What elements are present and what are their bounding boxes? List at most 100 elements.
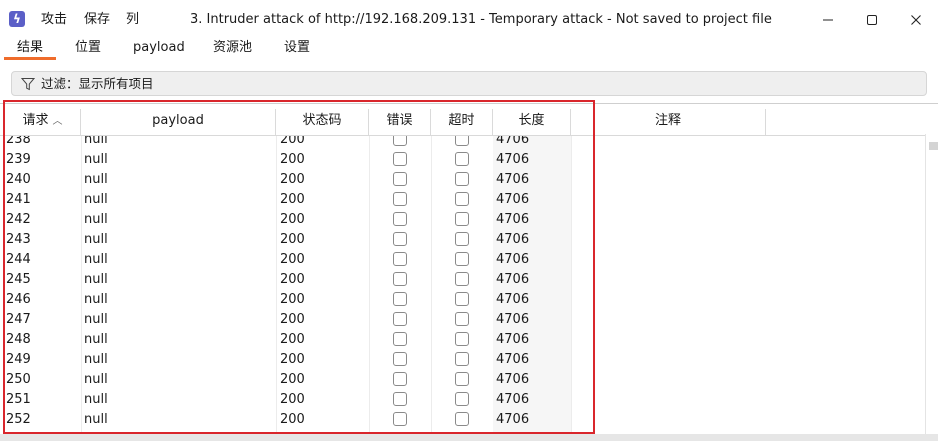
timeout-checkbox[interactable] (455, 192, 469, 206)
maximize-icon (867, 15, 877, 25)
column-header-status[interactable]: 状态码 (276, 109, 369, 135)
timeout-checkbox[interactable] (455, 172, 469, 186)
table-row[interactable]: 252 null 200 4706 (0, 410, 926, 430)
title-bar: ϟ 攻击 保存 列 3. Intruder attack of http://1… (0, 0, 938, 40)
timeout-checkbox[interactable] (455, 292, 469, 306)
column-header-comment[interactable]: 注释 (571, 109, 766, 135)
cell-request: 245 (6, 272, 31, 287)
error-checkbox[interactable] (393, 352, 407, 366)
cell-status: 200 (280, 312, 305, 327)
error-checkbox[interactable] (393, 372, 407, 386)
cell-length: 4706 (496, 232, 530, 247)
cell-payload: null (84, 152, 108, 167)
table-row[interactable]: 244 null 200 4706 (0, 250, 926, 270)
table-row[interactable]: 245 null 200 4706 (0, 270, 926, 290)
timeout-checkbox[interactable] (455, 212, 469, 226)
table-row[interactable]: 238 null 200 4706 (0, 136, 926, 150)
timeout-checkbox[interactable] (455, 392, 469, 406)
filter-bar[interactable]: 过滤：显示所有项目 (11, 71, 927, 96)
error-checkbox[interactable] (393, 136, 407, 146)
error-checkbox[interactable] (393, 152, 407, 166)
cell-status: 200 (280, 292, 305, 307)
tab-results[interactable]: 结果 (17, 39, 43, 57)
menu-save[interactable]: 保存 (84, 11, 110, 29)
table-row[interactable]: 241 null 200 4706 (0, 190, 926, 210)
timeout-checkbox[interactable] (455, 312, 469, 326)
cell-request: 249 (6, 352, 31, 367)
timeout-checkbox[interactable] (455, 332, 469, 346)
column-header-timeout[interactable]: 超时 (431, 109, 493, 135)
table-row[interactable]: 246 null 200 4706 (0, 290, 926, 310)
cell-request: 241 (6, 192, 31, 207)
error-checkbox[interactable] (393, 392, 407, 406)
column-header-payload[interactable]: payload (81, 109, 276, 135)
cell-status: 200 (280, 192, 305, 207)
scrollbar-thumb[interactable] (929, 142, 938, 150)
table-row[interactable]: 249 null 200 4706 (0, 350, 926, 370)
cell-payload: null (84, 252, 108, 267)
cell-request: 246 (6, 292, 31, 307)
table-row[interactable]: 247 null 200 4706 (0, 310, 926, 330)
timeout-checkbox[interactable] (455, 352, 469, 366)
table-row[interactable]: 242 null 200 4706 (0, 210, 926, 230)
tab-resource-pool[interactable]: 资源池 (213, 39, 252, 57)
table-row[interactable]: 243 null 200 4706 (0, 230, 926, 250)
table-row[interactable]: 251 null 200 4706 (0, 390, 926, 410)
menu-attack[interactable]: 攻击 (41, 11, 67, 29)
timeout-checkbox[interactable] (455, 152, 469, 166)
cell-length: 4706 (496, 152, 530, 167)
cell-request: 250 (6, 372, 31, 387)
cell-length: 4706 (496, 212, 530, 227)
tab-payload[interactable]: payload (133, 39, 185, 57)
column-header-request[interactable]: 请求 ︿ (5, 109, 81, 135)
cell-request: 242 (6, 212, 31, 227)
cell-request: 239 (6, 152, 31, 167)
cell-status: 200 (280, 392, 305, 407)
cell-length: 4706 (496, 292, 530, 307)
cell-request: 252 (6, 412, 31, 427)
cell-status: 200 (280, 332, 305, 347)
error-checkbox[interactable] (393, 252, 407, 266)
error-checkbox[interactable] (393, 192, 407, 206)
error-checkbox[interactable] (393, 272, 407, 286)
error-checkbox[interactable] (393, 232, 407, 246)
minimize-button[interactable] (813, 8, 843, 32)
active-tab-indicator (4, 57, 56, 60)
table-body: 238 null 200 4706 239 null 200 4706 240 null 200 47… (0, 136, 926, 436)
cell-status: 200 (280, 212, 305, 227)
table-row[interactable]: 239 null 200 4706 (0, 150, 926, 170)
tab-settings[interactable]: 设置 (284, 39, 310, 57)
cell-payload: null (84, 272, 108, 287)
maximize-button[interactable] (857, 8, 887, 32)
error-checkbox[interactable] (393, 332, 407, 346)
close-button[interactable] (901, 8, 931, 32)
cell-status: 200 (280, 272, 305, 287)
error-checkbox[interactable] (393, 412, 407, 426)
table-row[interactable]: 240 null 200 4706 (0, 170, 926, 190)
timeout-checkbox[interactable] (455, 232, 469, 246)
timeout-checkbox[interactable] (455, 136, 469, 146)
menu-columns[interactable]: 列 (126, 11, 139, 29)
column-header-error[interactable]: 错误 (369, 109, 431, 135)
cell-request: 251 (6, 392, 31, 407)
cell-status: 200 (280, 372, 305, 387)
timeout-checkbox[interactable] (455, 252, 469, 266)
table-row[interactable]: 250 null 200 4706 (0, 370, 926, 390)
timeout-checkbox[interactable] (455, 272, 469, 286)
table-row[interactable]: 248 null 200 4706 (0, 330, 926, 350)
cell-length: 4706 (496, 392, 530, 407)
cell-payload: null (84, 192, 108, 207)
cell-length: 4706 (496, 172, 530, 187)
error-checkbox[interactable] (393, 312, 407, 326)
horizontal-scrollbar[interactable] (0, 434, 938, 441)
error-checkbox[interactable] (393, 172, 407, 186)
error-checkbox[interactable] (393, 212, 407, 226)
error-checkbox[interactable] (393, 292, 407, 306)
timeout-checkbox[interactable] (455, 412, 469, 426)
vertical-scrollbar[interactable] (926, 134, 938, 434)
cell-payload: null (84, 392, 108, 407)
timeout-checkbox[interactable] (455, 372, 469, 386)
tab-positions[interactable]: 位置 (75, 39, 101, 57)
cell-length: 4706 (496, 352, 530, 367)
column-header-length[interactable]: 长度 (493, 109, 571, 135)
